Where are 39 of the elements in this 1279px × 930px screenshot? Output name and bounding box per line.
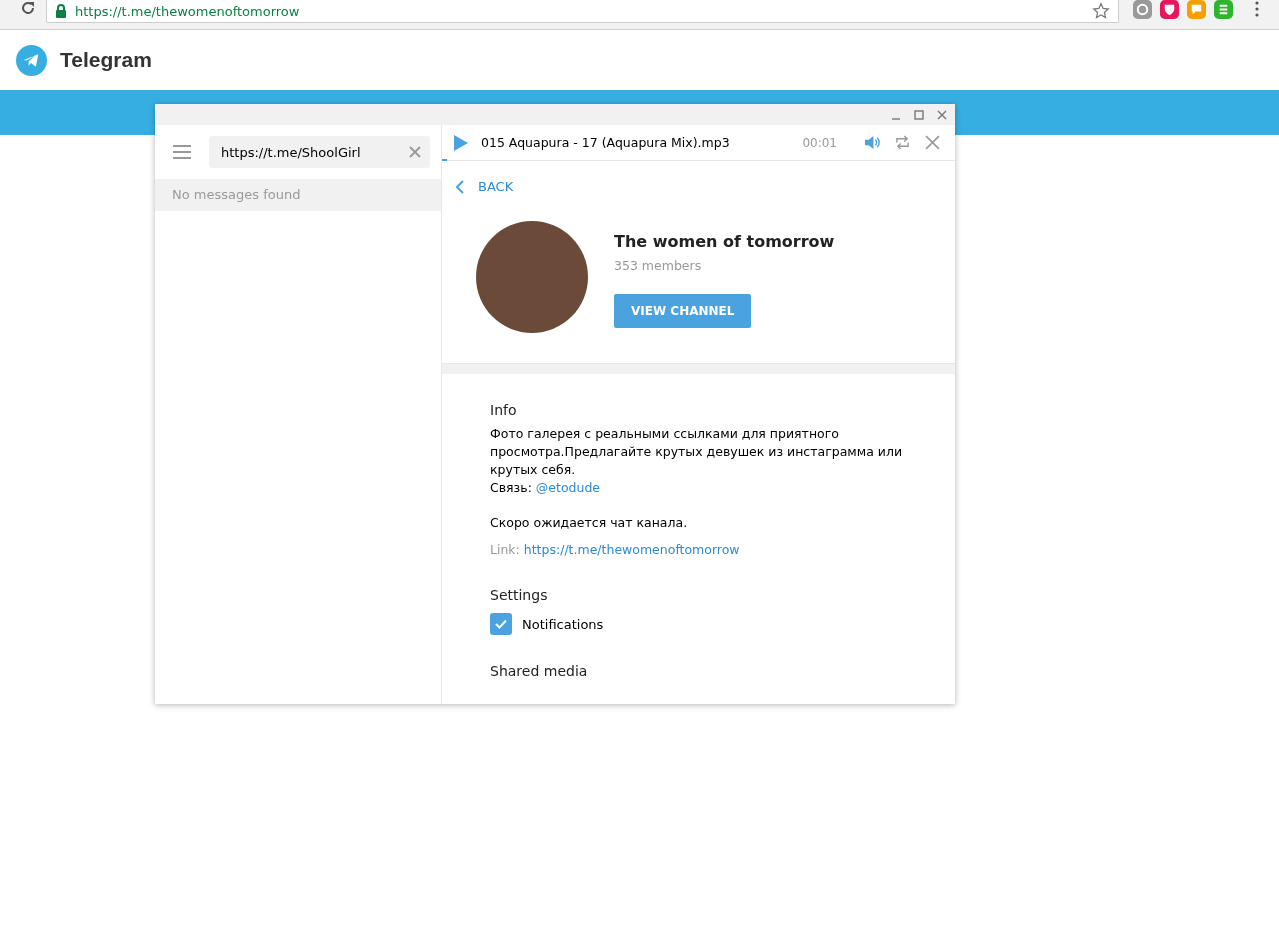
play-icon[interactable] (454, 134, 468, 151)
checkbox[interactable] (490, 613, 512, 635)
search-field[interactable]: https://t.me/ShoolGirl (209, 136, 430, 168)
section-heading: Settings (490, 587, 549, 603)
close-icon[interactable] (924, 135, 941, 150)
track-title: 015 Aquapura - 17 (Aquapura Mix).mp3 (481, 135, 731, 150)
list-extension-icon[interactable] (1214, 0, 1233, 19)
chat-extension-icon[interactable] (1187, 0, 1206, 19)
section-heading: Info (490, 402, 518, 418)
address-bar[interactable]: https://t.me/thewomenoftomorrow (46, 0, 1119, 23)
bookmark-star-icon[interactable] (1092, 2, 1110, 20)
channel-note: Скоро ожидается чат канала. (490, 514, 689, 532)
reload-icon[interactable] (20, 0, 36, 16)
empty-results-message: No messages found (155, 179, 441, 211)
lock-icon (55, 4, 67, 18)
link-label: Link: (490, 542, 520, 557)
shield-extension-icon[interactable] (1160, 0, 1179, 19)
view-channel-button[interactable]: VIEW CHANNEL (614, 294, 752, 328)
channel-name: The women of tomorrow (614, 232, 835, 251)
url-text: https://t.me/thewomenoftomorrow (75, 3, 301, 19)
volume-icon[interactable] (864, 135, 881, 150)
track-time: 00:01 (802, 135, 837, 150)
repeat-icon[interactable] (894, 135, 911, 150)
back-button[interactable]: BACK (456, 179, 514, 194)
member-count: 353 members (614, 258, 702, 273)
clear-icon[interactable] (409, 146, 421, 158)
channel-link[interactable]: https://t.me/thewomenoftomorrow (523, 542, 740, 557)
site-title: Telegram (60, 48, 152, 72)
contact-label: Связь: (490, 480, 532, 495)
contact-link[interactable]: @etodude (535, 480, 601, 495)
close-icon[interactable] (936, 108, 948, 121)
setting-label: Notifications (522, 616, 604, 632)
section-heading: Shared media (490, 663, 589, 679)
channel-description: Фото галерея с реальными ссылками для приятного просмотра.Предлагайте крутых девушек из инстаграмма или крутых себя. (490, 425, 904, 479)
paper-plane-logo-icon (16, 44, 47, 76)
check-icon (495, 619, 507, 629)
menu-icon[interactable] (173, 145, 191, 159)
menu-icon[interactable] (1255, 1, 1259, 17)
maximize-icon[interactable] (913, 108, 925, 121)
